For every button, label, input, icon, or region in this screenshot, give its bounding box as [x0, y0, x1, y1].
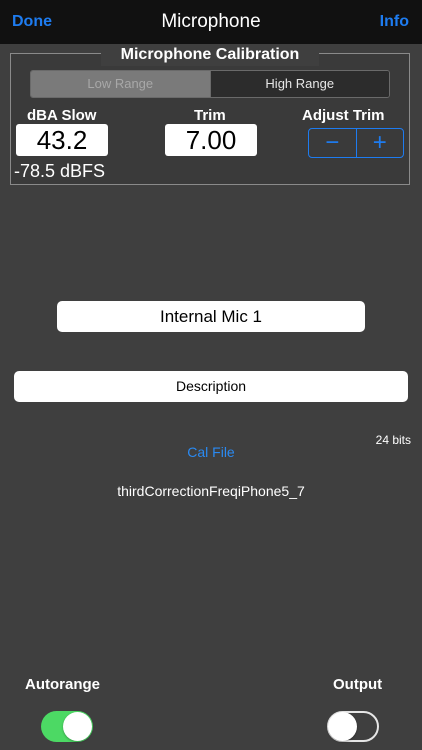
toggle-knob [328, 712, 357, 741]
segment-high-range[interactable]: High Range [209, 71, 389, 97]
cal-file-name: thirdCorrectionFreqiPhone5_7 [117, 483, 305, 499]
info-button[interactable]: Info [380, 13, 409, 31]
trim-stepper: − + [308, 128, 404, 158]
toggle-knob [63, 712, 92, 741]
description-field[interactable]: Description [14, 371, 408, 402]
segment-low-range[interactable]: Low Range [31, 71, 210, 97]
output-label: Output [333, 676, 383, 693]
adjust-trim-label: Adjust Trim [302, 107, 385, 124]
trim-value-field[interactable]: 7.00 [165, 124, 257, 156]
dbfs-readout: -78.5 dBFS [14, 161, 106, 181]
trim-decrement-button[interactable]: − [309, 129, 357, 157]
autorange-label: Autorange [25, 676, 100, 693]
nav-bar: Done Microphone Info [0, 0, 422, 44]
trim-increment-button[interactable]: + [357, 129, 404, 157]
mic-name-field[interactable]: Internal Mic 1 [57, 301, 365, 332]
page-title: Microphone [161, 11, 261, 32]
trim-label: Trim [194, 107, 226, 124]
dba-slow-label: dBA Slow [27, 107, 97, 124]
range-segmented-control: Low Range High Range [30, 70, 390, 98]
calibration-title: Microphone Calibration [101, 44, 319, 66]
cal-file-button[interactable]: Cal File [0, 444, 422, 460]
dba-value-field: 43.2 [16, 124, 108, 156]
autorange-toggle[interactable] [41, 711, 93, 742]
output-toggle[interactable] [327, 711, 379, 742]
